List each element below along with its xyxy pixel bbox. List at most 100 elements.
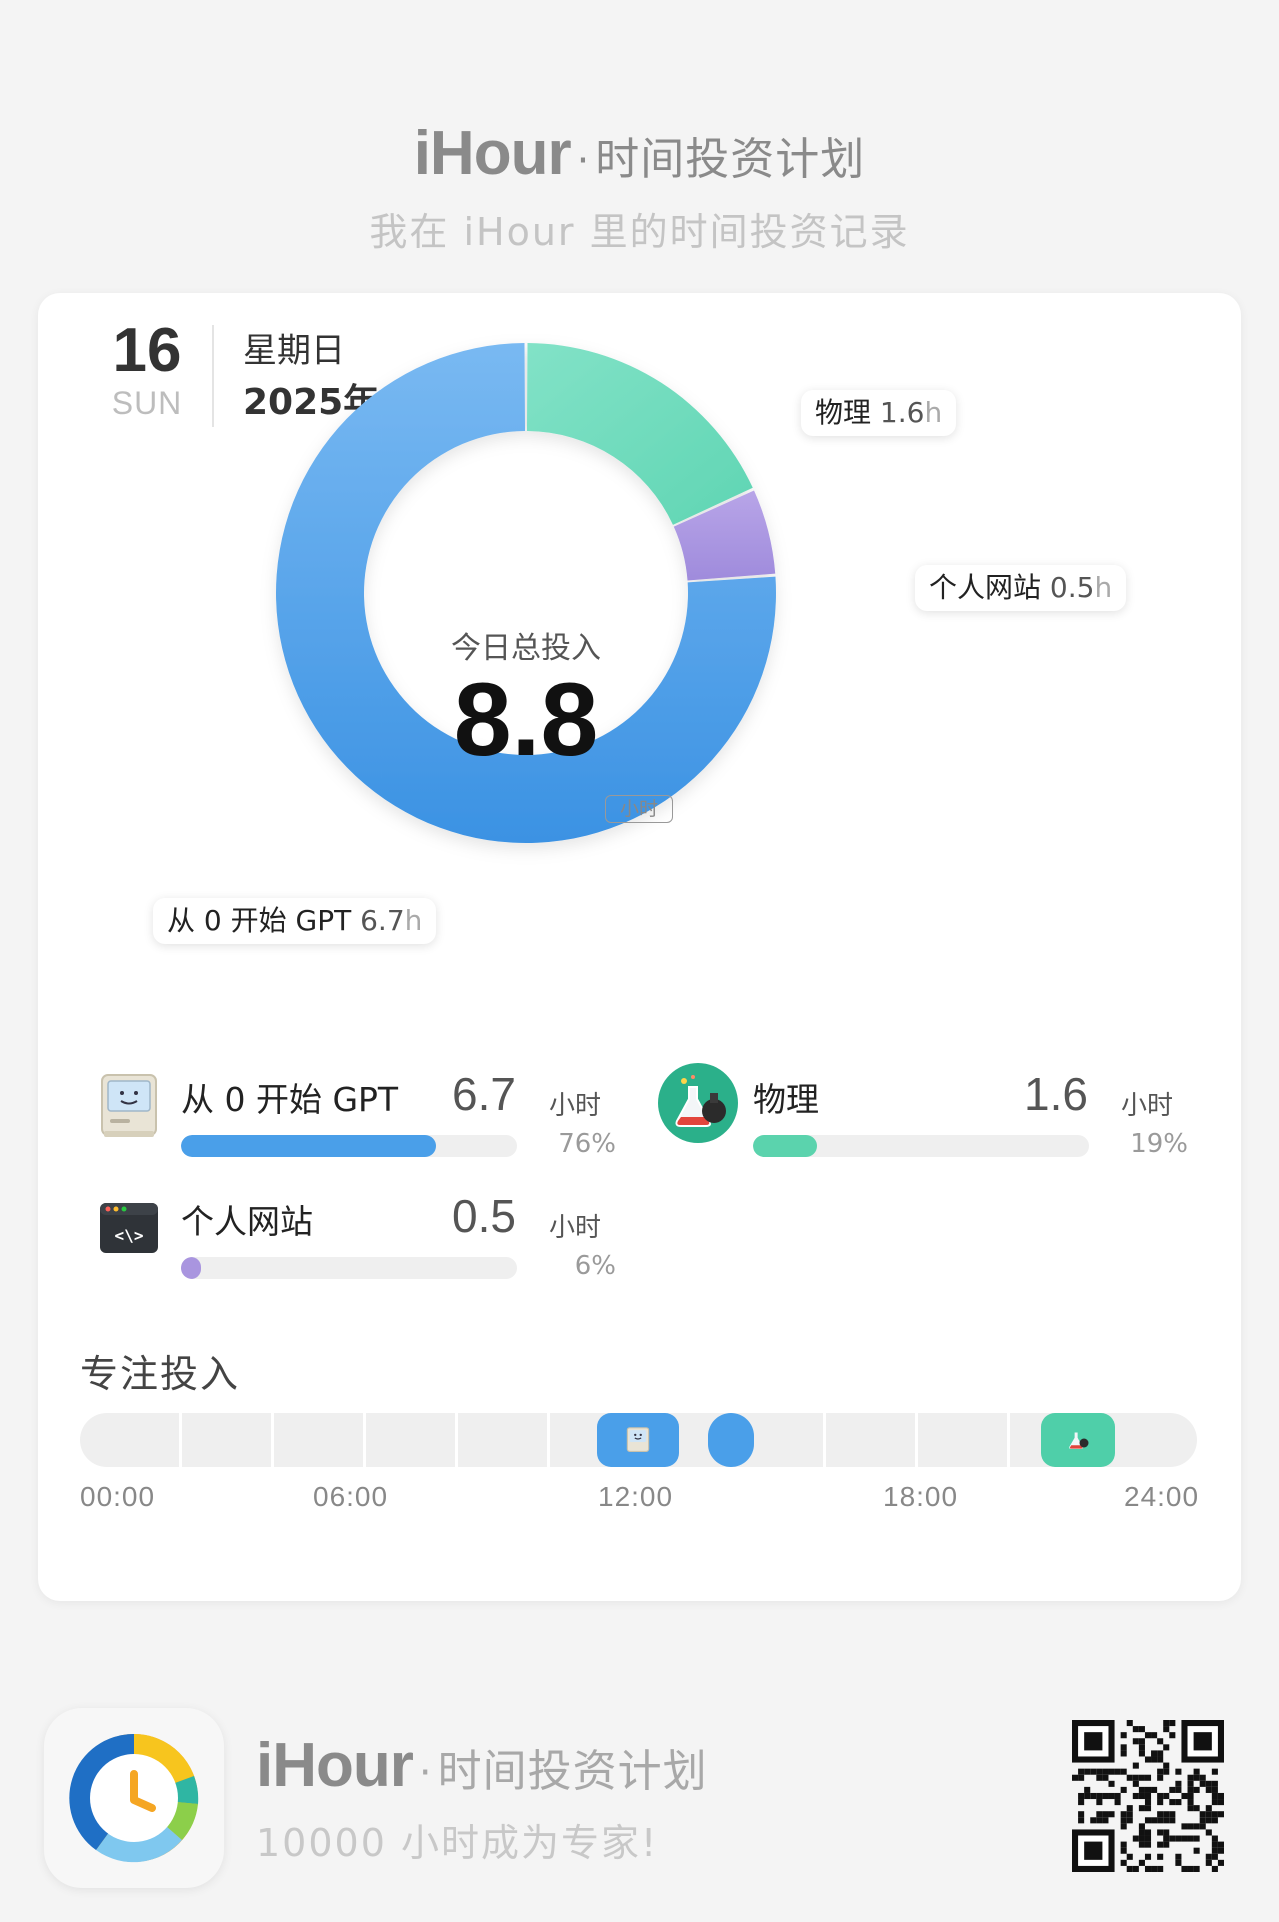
- brand-tagline: 时间投资计划: [595, 134, 866, 185]
- slice-label-value: 1.6: [879, 396, 925, 429]
- qr-module: [1163, 1835, 1170, 1842]
- qr-module: [1205, 1780, 1212, 1787]
- project-progress-fill: [181, 1135, 437, 1157]
- qr-module: [1193, 1847, 1200, 1854]
- qr-module: [1163, 1744, 1170, 1751]
- qr-module: [1102, 1817, 1109, 1824]
- qr-module: [1096, 1792, 1103, 1800]
- qr-module: [1084, 1792, 1091, 1800]
- qr-module: [1084, 1786, 1091, 1793]
- qr-module: [1120, 1768, 1127, 1775]
- qr-module: [1090, 1792, 1097, 1800]
- qr-module: [1108, 1811, 1115, 1818]
- qr-module: [1138, 1738, 1145, 1745]
- qr-module: [1211, 1799, 1218, 1806]
- project-item-physics[interactable]: 物理 1.6 小时 19%: [658, 1063, 1188, 1171]
- project-name: 物理: [753, 1080, 819, 1119]
- project-hours-unit: 小时: [1121, 1091, 1174, 1121]
- project-item-gpt[interactable]: 从 0 开始 GPT 6.7 小时 76%: [96, 1068, 616, 1171]
- qr-module: [1169, 1817, 1176, 1824]
- footer-brand-separator: ·: [418, 1750, 432, 1796]
- qr-module: [1193, 1835, 1200, 1842]
- qr-module: [1126, 1720, 1133, 1727]
- page-subtitle: 我在 iHour 里的时间投资记录: [369, 210, 910, 254]
- timeline-divider: [363, 1413, 366, 1467]
- total-value: 8.8: [453, 662, 599, 778]
- qr-module: [1175, 1853, 1182, 1860]
- qr-code-icon[interactable]: [1072, 1720, 1224, 1872]
- qr-module: [1144, 1799, 1152, 1806]
- qr-module: [1187, 1774, 1194, 1781]
- qr-module: [1078, 1811, 1085, 1818]
- qr-module: [1120, 1811, 1127, 1818]
- qr-module: [1187, 1865, 1194, 1872]
- qr-module: [1120, 1732, 1127, 1739]
- qr-module: [1102, 1792, 1109, 1800]
- qr-module: [1144, 1756, 1152, 1763]
- slice-label-name: 从 0 开始 GPT: [167, 904, 352, 937]
- timeline-tick-label: 00:00: [80, 1481, 156, 1512]
- project-name: 个人网站: [181, 1202, 313, 1241]
- slice-label-unit: h: [404, 904, 423, 937]
- qr-module: [1102, 1774, 1109, 1781]
- qr-module: [1126, 1811, 1133, 1818]
- qr-module: [1175, 1799, 1182, 1806]
- qr-module: [1114, 1792, 1121, 1800]
- qr-module: [1217, 1792, 1224, 1800]
- qr-module: [1205, 1811, 1212, 1818]
- qr-module: [1199, 1817, 1206, 1824]
- qr-module: [1138, 1859, 1145, 1866]
- project-hours: 0.5: [452, 1190, 516, 1242]
- qr-module: [1187, 1799, 1194, 1806]
- qr-module: [1090, 1768, 1097, 1775]
- timeline-divider: [455, 1413, 458, 1467]
- qr-module: [1132, 1792, 1139, 1800]
- project-progress-fill: [753, 1135, 817, 1157]
- project-progress-track: [753, 1135, 1089, 1157]
- qr-module: [1193, 1805, 1200, 1812]
- qr-module: [1144, 1865, 1152, 1872]
- project-item-website[interactable]: <\> 个人网站 0.5 小时 6%: [96, 1190, 616, 1293]
- timeline-divider: [271, 1413, 274, 1467]
- project-hours: 1.6: [1024, 1068, 1088, 1120]
- qr-module: [1144, 1792, 1152, 1800]
- qr-module: [1120, 1859, 1127, 1866]
- qr-module: [1144, 1732, 1152, 1739]
- project-percent: 76%: [558, 1129, 616, 1159]
- footer-slogan: 10000 小时成为专家!: [256, 1821, 659, 1865]
- page-header: iHour · 时间投资计划 我在 iHour 里的时间投资记录: [0, 118, 1279, 256]
- slice-label-name: 个人网站: [929, 571, 1042, 604]
- qr-module: [1157, 1799, 1164, 1806]
- qr-module: [1181, 1792, 1188, 1800]
- qr-module: [1193, 1786, 1200, 1793]
- qr-module: [1126, 1805, 1133, 1812]
- donut-slice-physics[interactable]: [526, 343, 753, 525]
- header-brand: iHour · 时间投资计划: [414, 118, 866, 189]
- qr-module: [1169, 1720, 1176, 1727]
- qr-module: [1151, 1732, 1158, 1739]
- qr-module: [1169, 1799, 1176, 1806]
- qr-module: [1151, 1756, 1158, 1763]
- timeline-divider: [1007, 1413, 1010, 1467]
- qr-module: [1126, 1817, 1133, 1824]
- qr-module: [1144, 1829, 1152, 1836]
- qr-module: [1120, 1744, 1127, 1751]
- qr-module: [1175, 1780, 1182, 1787]
- qr-module: [1205, 1853, 1212, 1860]
- footer-brand: iHour · 时间投资计划: [256, 1730, 708, 1801]
- qr-module: [1187, 1823, 1194, 1830]
- focus-session-gpt[interactable]: [597, 1413, 679, 1467]
- qr-module: [1132, 1738, 1139, 1745]
- project-progress-track: [181, 1257, 517, 1279]
- qr-module: [1157, 1841, 1164, 1848]
- lab-flask-icon: [658, 1063, 738, 1143]
- qr-module: [1157, 1817, 1164, 1824]
- qr-module: [1138, 1829, 1145, 1836]
- focus-session-gpt[interactable]: [708, 1413, 754, 1467]
- focus-timeline[interactable]: [80, 1413, 1197, 1467]
- qr-module: [1157, 1774, 1164, 1781]
- focus-session-physics[interactable]: [1041, 1413, 1115, 1467]
- qr-module: [1169, 1835, 1176, 1842]
- footer-brand-tagline: 时间投资计划: [437, 1746, 708, 1797]
- qr-module: [1108, 1792, 1115, 1800]
